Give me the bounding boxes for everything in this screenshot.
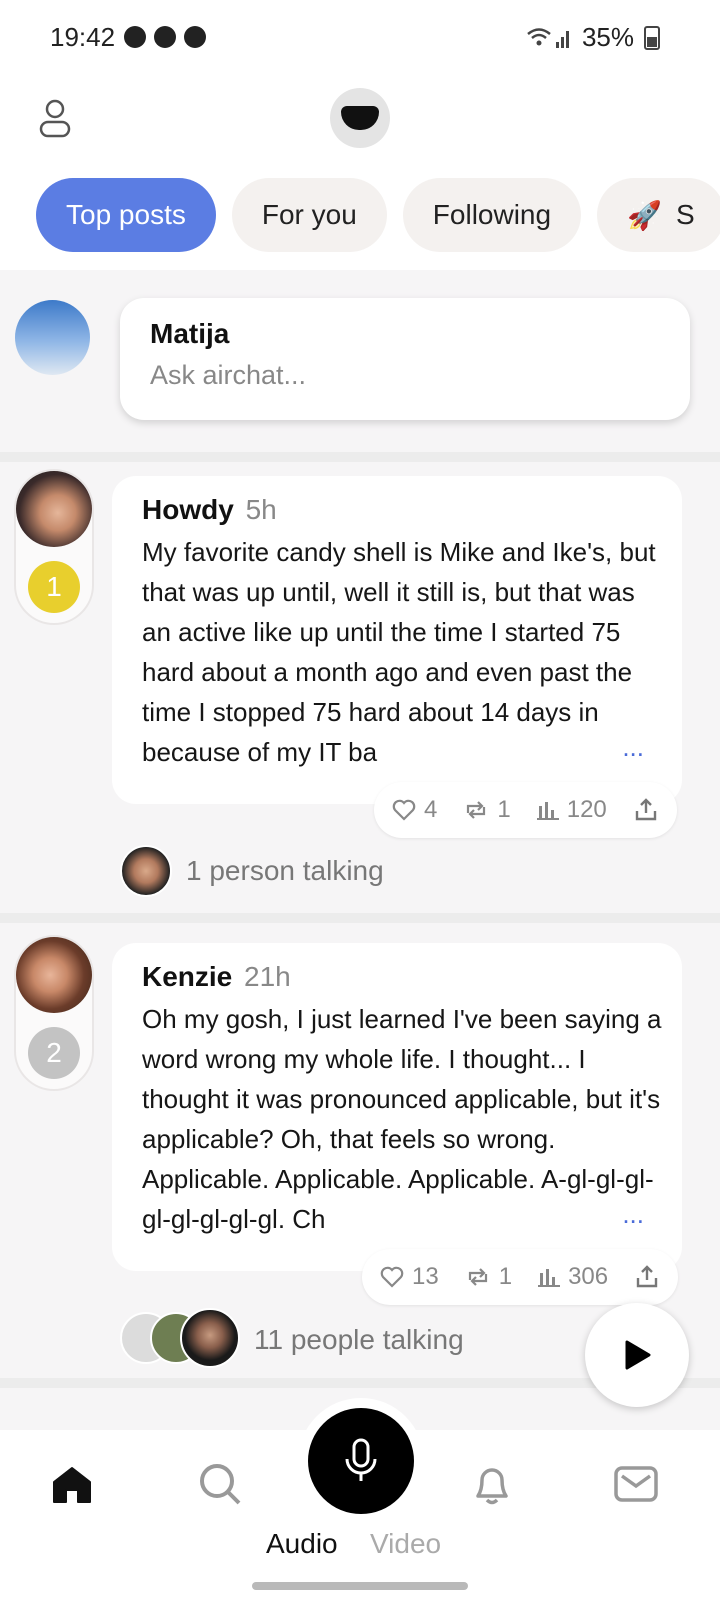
talking-row[interactable]: 11 people talking <box>120 1308 464 1368</box>
app-logo[interactable] <box>330 88 390 148</box>
listener-avatars <box>120 1308 240 1368</box>
avatar[interactable] <box>16 937 92 1013</box>
post-header: Howdy 5h <box>142 494 277 526</box>
rank-badge: 2 <box>28 1027 80 1079</box>
status-bar: 19:42 35% <box>0 0 720 80</box>
post-avatar-column: 1 <box>14 469 94 625</box>
rank-badge: 1 <box>28 561 80 613</box>
more-link[interactable]: ... <box>616 1199 644 1230</box>
repost-icon <box>468 1268 487 1286</box>
notification-icons <box>124 26 206 48</box>
microphone-icon <box>345 1438 377 1481</box>
heart-icon <box>380 1266 404 1288</box>
post-age: 21h <box>244 961 291 992</box>
wifi-signal-icon <box>527 27 569 48</box>
like-count: 4 <box>424 796 438 823</box>
chat-notification-icon <box>124 26 146 48</box>
post-card[interactable]: Howdy 5h My favorite candy shell is Mike… <box>112 476 682 804</box>
repost-count: 1 <box>497 796 511 823</box>
status-right: 35% <box>526 22 660 53</box>
post-age: 5h <box>245 494 277 525</box>
post-text: Oh my gosh, I just learned I've been say… <box>142 1004 662 1234</box>
ask-composer[interactable]: Matija Ask airchat... <box>120 298 690 420</box>
browser-notification-icon <box>184 26 206 48</box>
play-icon <box>625 1340 651 1370</box>
inbox-icon[interactable] <box>612 1460 660 1508</box>
avatar[interactable] <box>16 471 92 547</box>
tab-spaces[interactable]: 🚀 S <box>597 178 720 252</box>
talking-count: 11 people talking <box>254 1324 464 1355</box>
bell-icon[interactable] <box>468 1460 516 1508</box>
talking-count: 1 person talking <box>186 855 384 886</box>
post-metrics: 13 1 306 <box>362 1249 679 1305</box>
post-author[interactable]: Howdy <box>142 494 234 525</box>
home-icon[interactable] <box>48 1460 96 1508</box>
app-notification-icon <box>154 26 176 48</box>
repost-count: 1 <box>498 1263 513 1290</box>
tab-label: S <box>675 199 695 230</box>
divider <box>0 452 720 462</box>
battery-percent: 35% <box>581 22 634 52</box>
video-tab[interactable]: Video <box>370 1528 441 1560</box>
views-bar-icon <box>538 1269 561 1287</box>
share-icon[interactable] <box>633 797 659 823</box>
profile-icon[interactable] <box>38 98 72 138</box>
like-button[interactable]: 13 <box>380 1263 439 1291</box>
divider <box>0 913 720 923</box>
tab-for-you[interactable]: For you <box>231 178 387 252</box>
post-metrics: 4 1 120 <box>374 782 677 838</box>
more-link[interactable]: ... <box>616 732 644 763</box>
tab-top-posts[interactable]: Top posts <box>36 178 216 252</box>
record-button[interactable] <box>308 1408 414 1514</box>
talking-row[interactable]: 1 person talking <box>120 845 384 897</box>
views-count: 306 <box>568 1263 609 1290</box>
my-avatar[interactable] <box>15 300 90 375</box>
status-time: 19:42 <box>50 22 116 52</box>
composer-name: Matija <box>150 318 230 349</box>
post-text: My favorite candy shell is Mike and Ike'… <box>142 537 656 767</box>
views: 306 <box>538 1263 608 1291</box>
views-count: 120 <box>566 796 607 823</box>
listener-avatar <box>180 1308 240 1368</box>
views: 120 <box>536 796 607 824</box>
like-count: 13 <box>412 1263 439 1290</box>
home-indicator[interactable] <box>252 1582 468 1590</box>
logo-mark-icon <box>341 106 379 130</box>
post-header: Kenzie 21h <box>142 961 291 993</box>
tab-label: For you <box>261 199 357 230</box>
play-button[interactable] <box>585 1303 689 1407</box>
tab-following[interactable]: Following <box>402 178 582 252</box>
search-icon[interactable] <box>196 1460 244 1508</box>
tab-label: Top posts <box>66 199 186 230</box>
rocket-icon: 🚀 <box>627 199 662 231</box>
like-button[interactable]: 4 <box>392 796 437 824</box>
post-card[interactable]: Kenzie 21h Oh my gosh, I just learned I'… <box>112 943 682 1271</box>
share-icon[interactable] <box>634 1264 660 1290</box>
heart-icon <box>392 799 416 821</box>
post-author[interactable]: Kenzie <box>142 961 232 992</box>
tab-label: Following <box>432 199 552 230</box>
repost-button[interactable]: 1 <box>463 796 511 824</box>
views-bar-icon <box>536 802 559 820</box>
composer-placeholder: Ask airchat... <box>150 360 307 390</box>
listener-avatar <box>120 845 172 897</box>
feed-tabs: Top posts For you Following 🚀 S <box>36 178 720 252</box>
repost-button[interactable]: 1 <box>465 1263 512 1291</box>
post-avatar-column: 2 <box>14 935 94 1091</box>
audio-tab[interactable]: Audio <box>266 1528 338 1560</box>
repost-icon <box>467 801 486 819</box>
battery-icon <box>644 25 660 50</box>
